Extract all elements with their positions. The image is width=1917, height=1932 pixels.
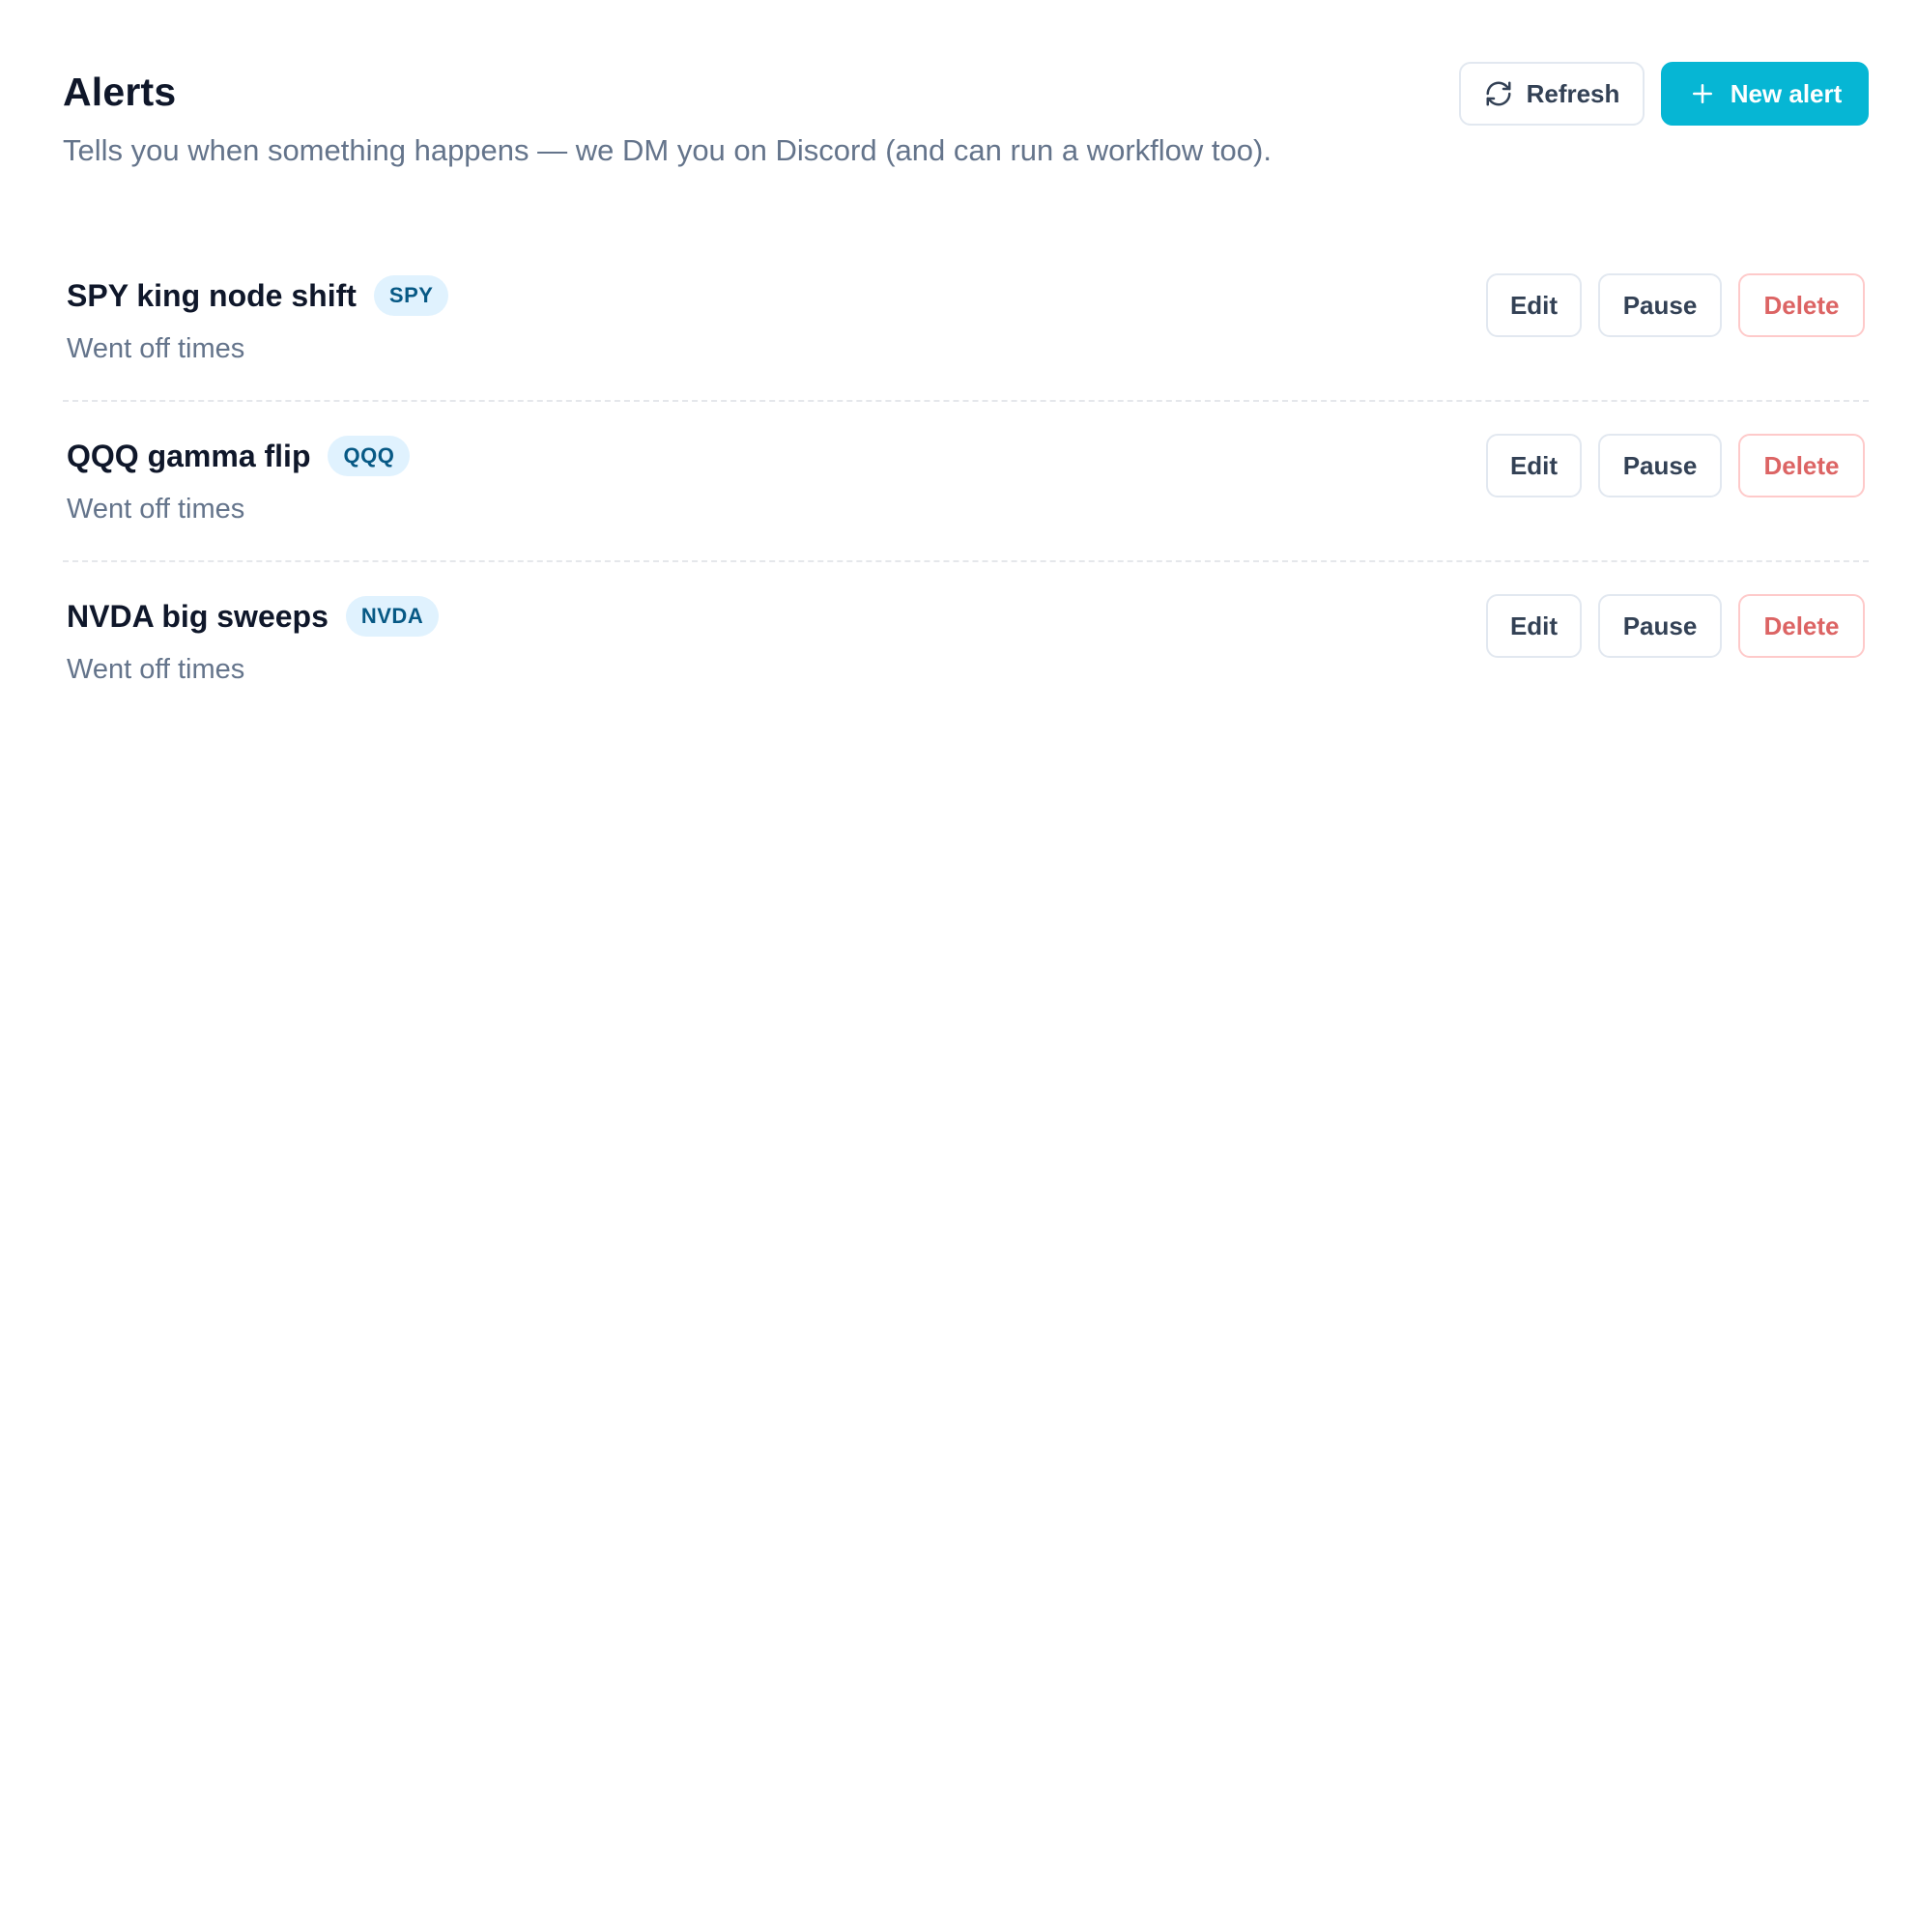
row-actions: Edit Pause Delete [1486, 273, 1865, 337]
refresh-button[interactable]: Refresh [1459, 62, 1645, 126]
edit-button[interactable]: Edit [1486, 434, 1582, 497]
page-title: Alerts [63, 70, 177, 114]
pause-button[interactable]: Pause [1598, 273, 1722, 337]
row-actions: Edit Pause Delete [1486, 434, 1865, 497]
alert-row: SPY king node shift SPY Went off times E… [63, 242, 1869, 402]
delete-button[interactable]: Delete [1738, 594, 1865, 658]
ticker-badge: NVDA [345, 596, 440, 637]
ticker-badge: SPY [373, 275, 449, 316]
row-actions: Edit Pause Delete [1486, 594, 1865, 658]
alert-name: NVDA big sweeps [67, 599, 329, 634]
pause-button[interactable]: Pause [1598, 594, 1722, 658]
new-alert-label: New alert [1730, 78, 1843, 108]
alert-list: SPY king node shift SPY Went off times E… [63, 242, 1869, 723]
alert-name: SPY king node shift [67, 278, 357, 313]
ticker-badge: QQQ [328, 436, 411, 476]
alert-fired-count: Went off times [67, 333, 245, 364]
delete-button[interactable]: Delete [1738, 434, 1865, 497]
plus-icon [1688, 79, 1717, 108]
delete-button[interactable]: Delete [1738, 273, 1865, 337]
pause-button[interactable]: Pause [1598, 434, 1722, 497]
alert-name-line: SPY king node shift SPY [67, 275, 449, 316]
page-header: Alerts Tells you when something happens … [63, 0, 1869, 222]
alert-name: QQQ gamma flip [67, 439, 311, 473]
alert-name-line: NVDA big sweeps NVDA [67, 596, 440, 637]
new-alert-button[interactable]: New alert [1661, 62, 1869, 126]
page-subtitle: Tells you when something happens — we DM… [63, 133, 1272, 167]
edit-button[interactable]: Edit [1486, 594, 1582, 658]
header-actions: Refresh New alert [1459, 62, 1869, 126]
edit-button[interactable]: Edit [1486, 273, 1582, 337]
refresh-icon [1484, 79, 1513, 108]
alert-name-line: QQQ gamma flip QQQ [67, 436, 411, 476]
alert-fired-count: Went off times [67, 494, 245, 525]
refresh-label: Refresh [1526, 78, 1620, 108]
alert-row: NVDA big sweeps NVDA Went off times Edit… [63, 562, 1869, 723]
alert-fired-count: Went off times [67, 654, 245, 685]
alerts-page: Alerts Tells you when something happens … [63, 0, 1869, 685]
alert-row: QQQ gamma flip QQQ Went off times Edit P… [63, 402, 1869, 562]
